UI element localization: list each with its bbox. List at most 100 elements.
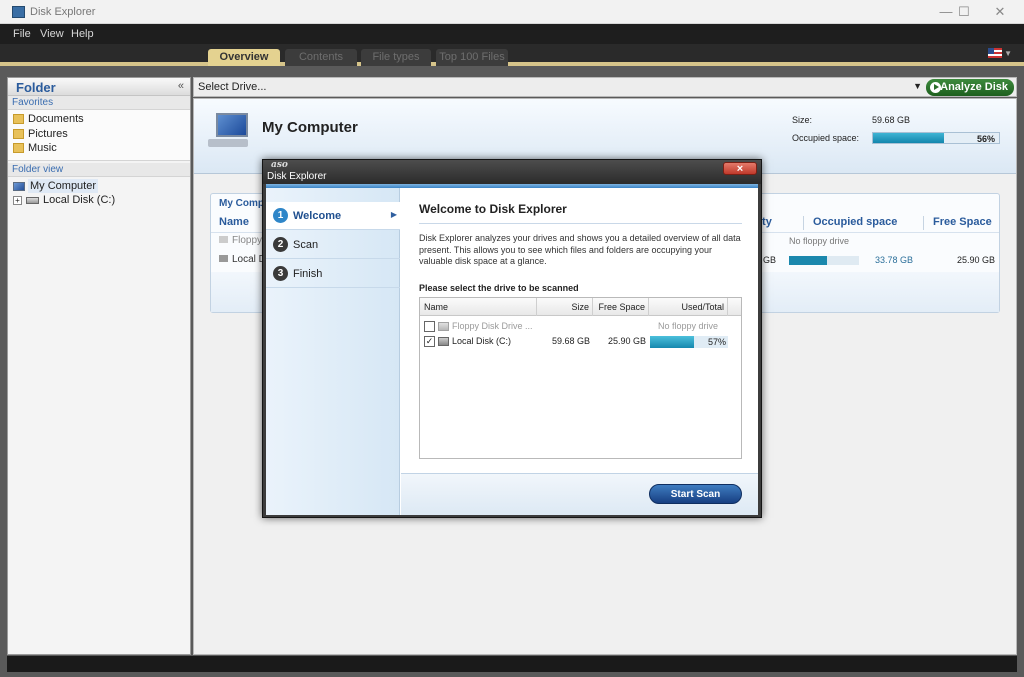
favorite-music[interactable]: Music — [8, 141, 190, 156]
tab-bar: Overview Contents File types Top 100 Fil… — [0, 44, 1024, 66]
computer-icon — [208, 113, 252, 149]
start-scan-button[interactable]: Start Scan — [649, 484, 742, 504]
folder-icon — [13, 143, 24, 154]
favorites-list: Documents Pictures Music — [8, 110, 190, 161]
tab-file-types[interactable]: File types — [361, 49, 431, 66]
title-bar: Disk Explorer — ☐ ✕ — [0, 0, 1024, 24]
hard-drive-icon — [438, 337, 449, 346]
menu-bar: File View Help — [0, 24, 1024, 44]
local-disk-occupied-bar — [789, 256, 859, 265]
occupied-space-label: Occupied space: — [792, 133, 860, 143]
wizard-steps: 1 Welcome ▶ 2 Scan 3 Finish — [266, 188, 400, 515]
drive-free-space: 25.90 GB — [607, 336, 646, 346]
select-drive-prompt: Please select the drive to be scanned — [419, 283, 579, 293]
column-header-free-space[interactable]: Free Space — [593, 298, 649, 316]
chevron-down-icon[interactable]: ▼ — [1004, 49, 1012, 58]
size-label: Size: — [792, 115, 813, 125]
drive-select-bar: Select Drive... ▼ Analyze Disk — [193, 77, 1017, 97]
chevron-down-icon[interactable]: ▼ — [913, 81, 922, 91]
table-row[interactable]: Floppy Disk Drive ... No floppy drive — [420, 319, 741, 334]
occupied-space-fill — [873, 133, 944, 143]
drive-checkbox-floppy[interactable] — [424, 321, 435, 332]
expand-icon[interactable]: + — [13, 196, 22, 206]
occupied-space-percent: 56% — [976, 134, 995, 144]
column-header-occupied-space[interactable]: Occupied space — [802, 216, 897, 230]
maximize-button[interactable]: ☐ — [946, 2, 982, 22]
local-disk-free-value: 25.90 GB — [957, 255, 996, 265]
dialog-close-button[interactable]: × — [723, 162, 757, 175]
wizard-step-finish[interactable]: 3 Finish — [266, 260, 400, 288]
sidebar-header: Folder « — [8, 78, 190, 96]
drive-used-text: No floppy drive — [658, 321, 719, 331]
window-title: Disk Explorer — [30, 6, 96, 18]
step-number: 1 — [273, 208, 288, 223]
step-label: Finish — [293, 268, 323, 280]
drive-name: Local Disk (C:) — [452, 336, 512, 346]
favorites-section-label: Favorites — [8, 96, 190, 110]
status-bar — [7, 656, 1017, 672]
language-flag-icon[interactable] — [988, 48, 1002, 58]
folder-icon — [13, 128, 24, 139]
collapse-icon[interactable]: « — [178, 80, 184, 92]
divider — [419, 223, 742, 224]
disk-explorer-app-icon — [12, 6, 25, 18]
close-button[interactable]: ✕ — [982, 2, 1018, 22]
column-header-used-total[interactable]: Used/Total — [649, 298, 728, 316]
size-value: 59.68 GB — [872, 115, 911, 125]
step-number: 3 — [273, 266, 288, 281]
analyze-disk-button[interactable]: Analyze Disk — [926, 79, 1014, 96]
dialog-body: 1 Welcome ▶ 2 Scan 3 Finish Welcome to D… — [266, 184, 758, 515]
favorite-documents[interactable]: Documents — [8, 112, 190, 127]
drive-checkbox-local-disk[interactable]: ✓ — [424, 336, 435, 347]
table-row[interactable]: Floppy — [219, 235, 262, 246]
drive-used-bar: 57% — [650, 336, 728, 348]
aso-logo: aso — [271, 160, 288, 170]
table-row[interactable]: ✓ Local Disk (C:) 59.68 GB 25.90 GB 57% — [420, 334, 741, 349]
select-drive-dropdown[interactable]: Select Drive... — [198, 81, 266, 93]
drive-used-fill — [650, 336, 695, 348]
wizard-step-scan[interactable]: 2 Scan — [266, 231, 400, 259]
drive-used-percent: 57% — [707, 337, 726, 347]
folder-sidebar: Folder « Favorites Documents Pictures Mu… — [7, 77, 191, 655]
floppy-icon — [219, 236, 228, 243]
drive-name: Floppy Disk Drive ... — [452, 321, 533, 331]
banner-title: My Computer — [262, 119, 358, 136]
column-header-size[interactable]: Size — [537, 298, 593, 316]
folder-icon — [13, 114, 24, 124]
play-icon — [930, 82, 941, 93]
wizard-step-welcome[interactable]: 1 Welcome ▶ — [266, 202, 400, 230]
main-window: Disk Explorer — ☐ ✕ File View Help Overv… — [0, 0, 1024, 677]
occupied-space-bar: 56% — [872, 132, 1000, 144]
sidebar-title: Folder — [16, 80, 56, 95]
tab-overview[interactable]: Overview — [208, 49, 280, 66]
step-number: 2 — [273, 237, 288, 252]
wizard-content: Welcome to Disk Explorer Disk Explorer a… — [401, 188, 758, 515]
local-disk-capacity-tail: GB — [763, 255, 777, 265]
drive-size: 59.68 GB — [551, 336, 590, 346]
drive-selection-table: Name Size Free Space Used/Total Floppy D… — [419, 297, 742, 459]
menu-view[interactable]: View — [40, 28, 64, 40]
local-disk-occupied-fill — [789, 256, 827, 265]
local-disk-occupied-value: 33.78 GB — [875, 255, 914, 265]
column-header-free-space[interactable]: Free Space — [923, 216, 992, 230]
floppy-occupied-text: No floppy drive — [789, 236, 850, 246]
tree-item-my-computer[interactable]: My Computer — [8, 178, 190, 194]
tree-item-local-disk[interactable]: + Local Disk (C:) — [8, 193, 190, 208]
menu-file[interactable]: File — [13, 28, 31, 40]
step-label: Scan — [293, 239, 319, 251]
table-row[interactable]: Local D — [219, 254, 266, 265]
tab-contents[interactable]: Contents — [285, 49, 357, 66]
hard-drive-icon — [26, 197, 39, 205]
favorite-pictures[interactable]: Pictures — [8, 127, 190, 142]
column-header-name[interactable]: Name — [219, 216, 249, 228]
floppy-drive-icon — [438, 322, 449, 331]
wizard-footer: Start Scan — [401, 473, 758, 515]
tab-top-100-files[interactable]: Top 100 Files — [436, 49, 508, 66]
folder-view-section-label: Folder view — [8, 162, 190, 177]
welcome-description: Disk Explorer analyzes your drives and s… — [419, 233, 741, 266]
menu-help[interactable]: Help — [71, 28, 94, 40]
table-header: Name Size Free Space Used/Total — [420, 298, 741, 316]
hard-drive-icon — [219, 255, 228, 262]
chevron-right-icon: ▶ — [390, 210, 397, 219]
column-header-name[interactable]: Name — [420, 298, 537, 316]
